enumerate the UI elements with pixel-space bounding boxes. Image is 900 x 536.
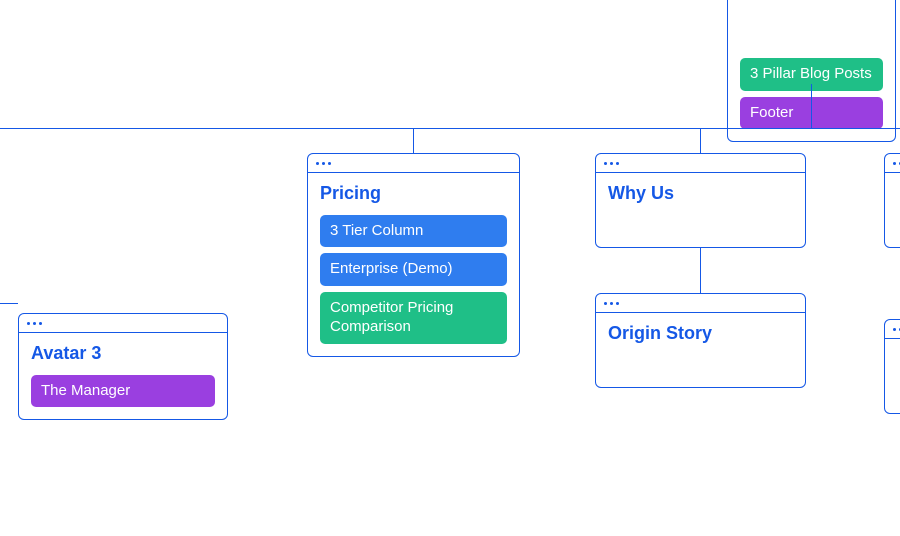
card-titlebar xyxy=(308,154,519,173)
card-offscreen-right-2[interactable] xyxy=(884,319,900,414)
pill-competitor-pricing-comparison[interactable]: Competitor Pricing Comparison xyxy=(320,292,507,344)
card-titlebar xyxy=(885,154,900,173)
card-title: Origin Story xyxy=(608,323,793,345)
card-avatar-3[interactable]: Avatar 3 The Manager xyxy=(18,313,228,420)
connector-to-pricing xyxy=(413,128,414,153)
card-offscreen-right-1[interactable] xyxy=(884,153,900,248)
pill-three-tier-column[interactable]: 3 Tier Column xyxy=(320,215,507,248)
card-title: Why Us xyxy=(608,183,793,205)
pill-enterprise-demo[interactable]: Enterprise (Demo) xyxy=(320,253,507,286)
sitemap-canvas[interactable]: . . . . 3 Pillar Blog Posts Footer Prici… xyxy=(0,0,900,536)
card-titlebar xyxy=(19,314,227,333)
card-titlebar xyxy=(885,320,900,339)
card-why-us[interactable]: Why Us xyxy=(595,153,806,248)
connector-whyus-to-origin xyxy=(700,248,701,293)
connector-to-whyus xyxy=(700,128,701,153)
card-titlebar xyxy=(596,154,805,173)
card-pricing[interactable]: Pricing 3 Tier Column Enterprise (Demo) … xyxy=(307,153,520,357)
pill-the-manager[interactable]: The Manager xyxy=(31,375,215,408)
card-origin-story[interactable]: Origin Story xyxy=(595,293,806,388)
connector-to-avatar3 xyxy=(0,303,18,304)
card-title: Pricing xyxy=(320,183,507,205)
card-titlebar xyxy=(596,294,805,313)
card-title: Avatar 3 xyxy=(31,343,215,365)
connector-vertical xyxy=(811,84,812,128)
connector-horizontal-main xyxy=(0,128,900,129)
